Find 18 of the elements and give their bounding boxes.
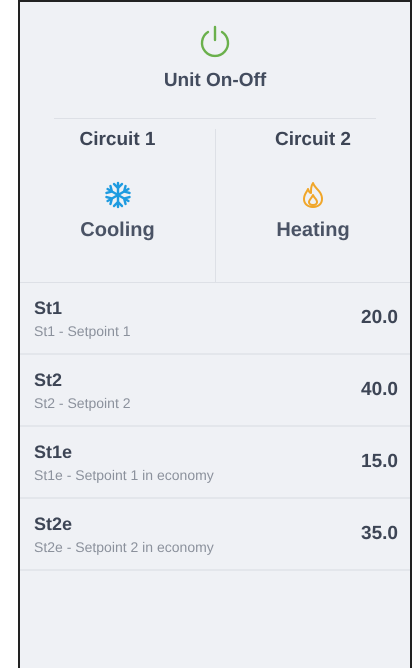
setpoint-code: St2 (34, 370, 64, 390)
setpoint-value[interactable]: 35.0 (361, 523, 398, 545)
setpoint-description: St1 - Setpoint 1 (34, 322, 131, 338)
setpoint-description: St1e - Setpoint 1 in economy (34, 466, 214, 482)
setpoint-value[interactable]: 15.0 (361, 451, 398, 473)
setpoint-code: St1e (34, 442, 74, 462)
setpoint-description: St2 - Setpoint 2 (34, 394, 131, 410)
setpoint-code: St2e (34, 514, 74, 534)
unit-label: Unit On-Off (164, 70, 266, 92)
snowflake-icon (104, 181, 132, 209)
setpoint-code: St1 (34, 298, 64, 318)
circuit-title: Circuit 1 (79, 129, 156, 151)
circuit-title: Circuit 2 (274, 129, 352, 151)
mode-label: Heating (276, 219, 350, 242)
setpoint-value[interactable]: 20.0 (361, 307, 398, 329)
mode-label: Cooling (80, 219, 155, 242)
setpoint-description: St2e - Setpoint 2 in economy (34, 538, 214, 554)
setpoint-value[interactable]: 40.0 (361, 379, 398, 401)
